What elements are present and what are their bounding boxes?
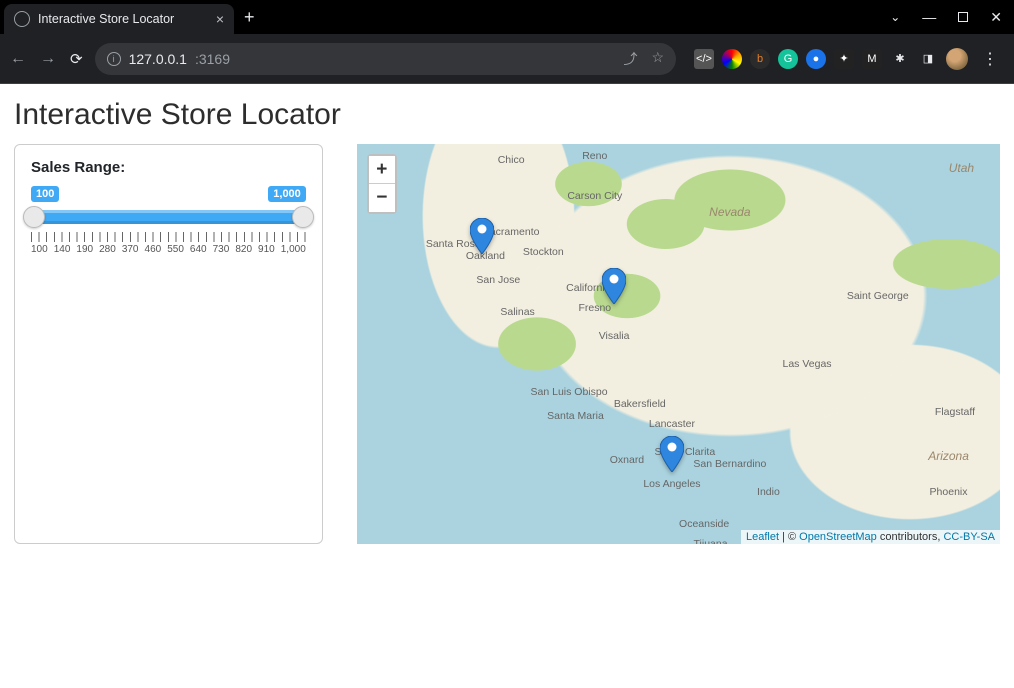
page-title: Interactive Store Locator <box>14 98 1000 132</box>
map-city-label: San Jose <box>476 274 520 286</box>
osm-link[interactable]: OpenStreetMap <box>799 531 877 543</box>
globe-icon <box>14 11 30 27</box>
map-state-label: Arizona <box>928 449 969 463</box>
map-city-label: Las Vegas <box>783 358 832 370</box>
marker-fresno[interactable] <box>602 268 626 304</box>
marker-los-angeles[interactable] <box>660 436 684 472</box>
reload-button[interactable]: ⟳ <box>70 50 83 68</box>
slider-scale: 100 140 190 280 370 460 550 640 730 820 910 1,000 <box>31 244 306 255</box>
map-city-label: Oceanside <box>679 518 729 530</box>
marker-oakland[interactable] <box>470 218 494 254</box>
slider-tick-label: 640 <box>190 244 207 255</box>
map-city-label: Indio <box>757 486 780 498</box>
slider-tick-label: 190 <box>76 244 93 255</box>
forward-button[interactable]: → <box>40 50 56 68</box>
bookmark-icon[interactable]: ☆ <box>651 49 664 69</box>
devtools-extension-icon[interactable]: </> <box>694 49 714 69</box>
slider-ticks <box>31 232 306 242</box>
grammarly-extension-icon[interactable]: G <box>778 49 798 69</box>
extensions-puzzle-icon[interactable]: ✱ <box>890 49 910 69</box>
map-state-label: Utah <box>949 161 974 175</box>
browser-titlebar: Interactive Store Locator × + ⌄ — ✕ <box>0 0 1014 34</box>
window-minimize-button[interactable]: — <box>922 9 936 25</box>
sidepanel-icon[interactable]: ◨ <box>918 49 938 69</box>
map-city-label: Phoenix <box>930 486 968 498</box>
tab-strip: Interactive Store Locator × + <box>4 0 255 34</box>
address-host: 127.0.0.1 <box>129 51 187 67</box>
map-city-label: San Bernardino <box>693 458 766 470</box>
slider-handle-min[interactable] <box>23 206 45 228</box>
address-port: :3169 <box>195 51 230 67</box>
tab-title: Interactive Store Locator <box>38 12 174 26</box>
sales-range-slider[interactable]: 100 1,000 100 140 190 280 370 460 550 640 730 820… <box>31 186 306 255</box>
license-link[interactable]: CC-BY-SA <box>943 531 995 543</box>
color-extension-icon[interactable] <box>722 49 742 69</box>
map-city-label: Los Angeles <box>643 478 700 490</box>
map-city-label: Bakersfield <box>614 398 666 410</box>
map-city-label: Stockton <box>523 246 564 258</box>
bugsnag-extension-icon[interactable]: b <box>750 49 770 69</box>
slider-tick-label: 140 <box>54 244 71 255</box>
slider-max-tooltip: 1,000 <box>268 186 306 202</box>
dark-extension-icon[interactable]: ✦ <box>834 49 854 69</box>
map-city-label: Carson City <box>567 190 622 202</box>
metamask-extension-icon[interactable]: M <box>862 49 882 69</box>
slider-bar[interactable] <box>31 210 306 224</box>
map-city-label: Flagstaff <box>935 406 975 418</box>
slider-tick-label: 100 <box>31 244 48 255</box>
slider-tick-label: 550 <box>167 244 184 255</box>
window-maximize-button[interactable] <box>958 12 968 22</box>
slider-handle-max[interactable] <box>292 206 314 228</box>
slider-tick-label: 820 <box>235 244 252 255</box>
map-state-label: Nevada <box>709 205 750 219</box>
map-attribution: Leaflet | © OpenStreetMap contributors, … <box>741 530 1000 544</box>
map-city-label: San Luis Obispo <box>531 386 608 398</box>
map-city-label: Tijuana <box>694 538 728 544</box>
slider-tick-label: 370 <box>122 244 139 255</box>
map-city-label: Lancaster <box>649 418 695 430</box>
map-city-label: Visalia <box>599 330 630 342</box>
address-bar[interactable]: i 127.0.0.1 :3169 ⤴ ☆ <box>95 43 676 75</box>
slider-tick-label: 730 <box>213 244 230 255</box>
new-tab-button[interactable]: + <box>244 8 255 26</box>
extensions-row: </> b G ● ✦ M ✱ ◨ ⋮ <box>688 48 1004 70</box>
attribution-sep: | © <box>779 531 799 543</box>
map-zoom-controls: + − <box>367 154 397 214</box>
profile-avatar[interactable] <box>946 48 968 70</box>
map-city-label: Saint George <box>847 290 909 302</box>
browser-tab[interactable]: Interactive Store Locator × <box>4 4 234 34</box>
zoom-in-button[interactable]: + <box>369 156 395 184</box>
tab-close-button[interactable]: × <box>216 11 224 27</box>
window-close-button[interactable]: ✕ <box>990 9 1002 26</box>
store-map[interactable]: + − ChicoRenoSacramentoCarson CitySanta … <box>357 144 1000 544</box>
browser-toolbar: ← → ⟳ i 127.0.0.1 :3169 ⤴ ☆ </> b G ● ✦ M… <box>0 34 1014 84</box>
share-icon[interactable]: ⤴ <box>623 49 637 69</box>
map-city-label: Reno <box>582 150 607 162</box>
slider-tick-label: 280 <box>99 244 116 255</box>
zoom-out-button[interactable]: − <box>369 184 395 212</box>
site-info-icon[interactable]: i <box>107 52 121 66</box>
sales-range-label: Sales Range: <box>31 159 306 176</box>
window-controls: ⌄ — ✕ <box>890 9 1010 26</box>
blue-extension-icon[interactable]: ● <box>806 49 826 69</box>
sales-range-filter-card: Sales Range: 100 1,000 100 140 190 280 370 46… <box>14 144 323 544</box>
nav-button-group: ← → ⟳ <box>10 50 83 68</box>
attribution-contributors: contributors, <box>877 531 944 543</box>
map-city-label: Santa Maria <box>547 410 604 422</box>
map-city-label: Chico <box>498 154 525 166</box>
slider-tick-label: 460 <box>145 244 162 255</box>
leaflet-link[interactable]: Leaflet <box>746 531 779 543</box>
slider-tick-label: 1,000 <box>281 244 306 255</box>
page-body: Interactive Store Locator Sales Range: 1… <box>0 84 1014 688</box>
browser-menu-button[interactable]: ⋮ <box>976 49 1004 69</box>
map-city-label: Oxnard <box>610 454 644 466</box>
slider-tick-label: 910 <box>258 244 275 255</box>
map-city-label: Salinas <box>500 306 534 318</box>
back-button[interactable]: ← <box>10 50 26 68</box>
window-dropdown-button[interactable]: ⌄ <box>890 10 900 24</box>
slider-min-tooltip: 100 <box>31 186 59 202</box>
